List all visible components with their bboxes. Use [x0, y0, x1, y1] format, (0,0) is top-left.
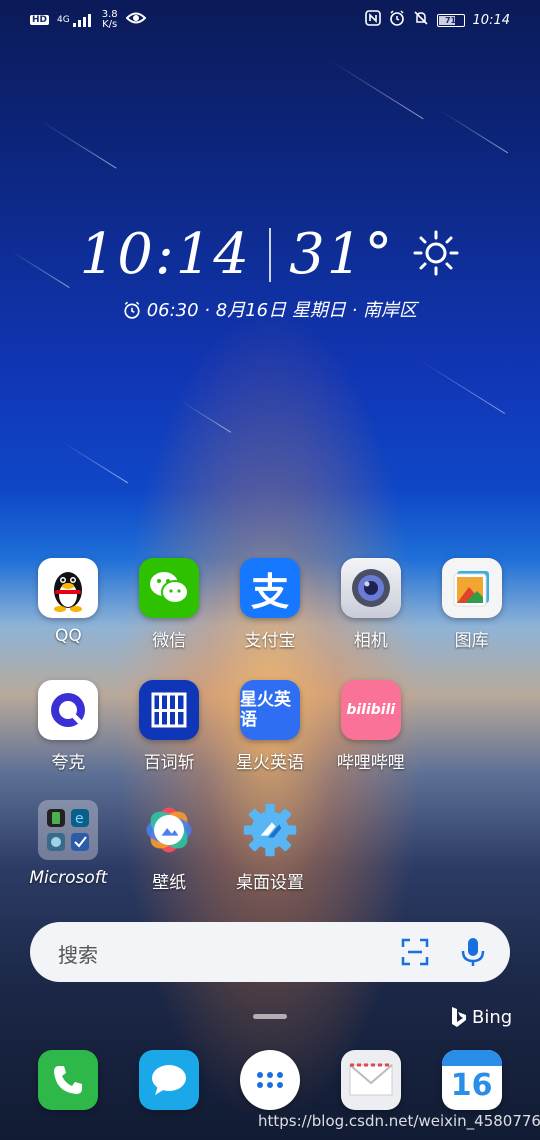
- sun-icon: [412, 229, 460, 281]
- clock-time: 10:14: [79, 222, 252, 287]
- app-desktop-settings[interactable]: 桌面设置: [220, 800, 321, 893]
- app-label: 图库: [454, 631, 489, 651]
- app-gallery[interactable]: 图库: [421, 558, 522, 651]
- alarm-icon: [389, 10, 405, 30]
- dock-messages[interactable]: [119, 1050, 220, 1110]
- mute-icon: [413, 10, 429, 30]
- app-quark[interactable]: 夸克: [18, 680, 119, 773]
- dock-email[interactable]: [320, 1050, 421, 1110]
- alipay-icon: 支: [239, 558, 300, 618]
- app-label: Microsoft: [29, 868, 108, 888]
- watermark-url: https://blog.csdn.net/weixin_45807767: [258, 1112, 540, 1130]
- location: 南岸区: [363, 300, 418, 321]
- messages-icon: [139, 1050, 200, 1110]
- star-streak: [439, 110, 509, 154]
- app-label: 哔哩哔哩: [336, 753, 405, 773]
- bing-label: Bing: [472, 1006, 513, 1028]
- app-qq[interactable]: QQ: [18, 558, 119, 651]
- date: 8月16日: [215, 300, 287, 321]
- status-bar: HD 4G 3.8 K/s 71 10:14: [0, 8, 540, 38]
- desktop-settings-icon: [240, 800, 300, 860]
- widget-divider: [269, 227, 272, 282]
- clock-weather-widget[interactable]: 10:14 31°: [0, 222, 540, 287]
- gallery-icon: [441, 558, 502, 618]
- star-streak: [329, 60, 424, 120]
- xinghuo-icon: 星火英语: [239, 680, 300, 740]
- star-streak: [179, 400, 232, 433]
- status-time: 10:14: [472, 12, 510, 28]
- net-speed-unit: K/s: [102, 19, 118, 30]
- search-bar[interactable]: 搜索: [30, 922, 510, 982]
- bilibili-icon-text: bilibili: [346, 702, 396, 718]
- app-label: 百词斩: [143, 753, 195, 773]
- hd-badge: HD: [30, 15, 50, 25]
- app-label: QQ: [55, 626, 82, 646]
- star-streak: [419, 360, 506, 414]
- battery-icon: 71: [436, 13, 465, 27]
- page-indicator[interactable]: [253, 1014, 287, 1019]
- dock-app-drawer[interactable]: [220, 1050, 321, 1110]
- net-speed: 3.8 K/s: [102, 10, 118, 30]
- camera-icon: [340, 558, 401, 618]
- app-drawer-icon: [239, 1050, 300, 1110]
- wechat-icon: [139, 558, 200, 618]
- calendar-icon: 16: [441, 1050, 502, 1110]
- svg-text:e: e: [75, 811, 84, 827]
- battery-level: 71: [444, 15, 457, 25]
- app-alipay[interactable]: 支 支付宝: [220, 558, 321, 651]
- search-placeholder: 搜索: [58, 943, 98, 967]
- app-label: 相机: [353, 631, 388, 651]
- app-label: 桌面设置: [235, 873, 304, 893]
- dock-phone[interactable]: [18, 1050, 119, 1110]
- app-baicizhan[interactable]: 百词斩: [119, 680, 220, 773]
- app-xinghuo[interactable]: 星火英语 星火英语: [220, 680, 321, 773]
- app-row-1: QQ 微信 支 支付宝 相机 图库: [18, 558, 522, 651]
- app-bilibili[interactable]: bilibili 哔哩哔哩: [320, 680, 421, 773]
- alarm-small-icon: [123, 300, 147, 321]
- wallpaper-icon: [139, 800, 199, 860]
- weather-temperature: 31°: [289, 222, 395, 287]
- signal-icon: 4G: [57, 13, 94, 27]
- weekday: 星期日: [291, 300, 346, 321]
- microsoft-folder-icon: e: [38, 800, 99, 860]
- email-icon: [340, 1050, 401, 1110]
- app-camera[interactable]: 相机: [320, 558, 421, 651]
- dock-calendar[interactable]: 16: [421, 1050, 522, 1110]
- app-row-3: e Microsoft 壁纸 桌面设置: [18, 800, 522, 893]
- app-label: 夸克: [51, 753, 86, 773]
- star-streak: [59, 440, 129, 484]
- separator-dot: ·: [204, 300, 216, 321]
- xinghuo-icon-text: 星火英语: [239, 690, 291, 730]
- star-streak: [39, 120, 117, 169]
- bilibili-icon: bilibili: [340, 680, 401, 740]
- app-wechat[interactable]: 微信: [119, 558, 220, 651]
- calendar-day: 16: [450, 1068, 493, 1103]
- signal-label: 4G: [57, 15, 70, 25]
- app-folder-microsoft[interactable]: e Microsoft: [18, 800, 119, 893]
- date-row: 06:30 · 8月16日 星期日 · 南岸区: [0, 296, 540, 322]
- app-wallpaper[interactable]: 壁纸: [119, 800, 220, 893]
- bing-icon: [452, 1007, 466, 1027]
- app-label: 星火英语: [235, 753, 304, 773]
- app-label: 支付宝: [244, 631, 296, 651]
- next-alarm: 06:30: [146, 300, 199, 321]
- phone-icon: [38, 1050, 99, 1110]
- separator-dot: ·: [351, 300, 364, 321]
- quark-icon: [38, 680, 99, 740]
- home-screen: HD 4G 3.8 K/s 71 10:14 10:14 31° 06:30 ·…: [0, 0, 540, 1140]
- bing-badge[interactable]: Bing: [450, 1006, 512, 1028]
- scan-icon[interactable]: [400, 937, 430, 971]
- app-label: 壁纸: [152, 873, 187, 893]
- dock: 16: [18, 1050, 522, 1110]
- nfc-icon: [364, 10, 381, 30]
- app-row-2: 夸克 百词斩 星火英语 星火英语 bilibili 哔哩哔哩: [18, 680, 522, 773]
- calendar-header: [441, 1050, 502, 1066]
- microphone-icon[interactable]: [458, 936, 488, 972]
- baicizhan-icon: [139, 680, 200, 740]
- eye-icon: [125, 11, 147, 29]
- qq-penguin-icon: [38, 558, 99, 618]
- app-label: 微信: [152, 631, 187, 651]
